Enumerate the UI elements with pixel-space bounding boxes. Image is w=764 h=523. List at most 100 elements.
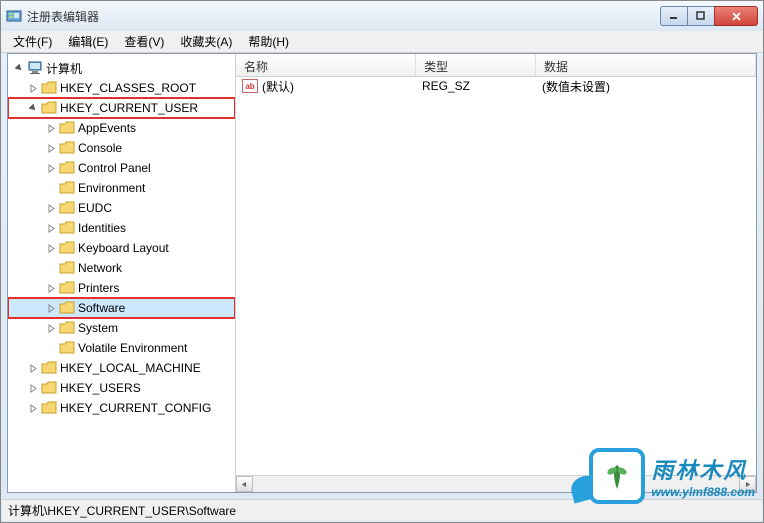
- column-header-data[interactable]: 数据: [536, 54, 756, 76]
- expander-icon[interactable]: [44, 221, 58, 235]
- node-label: Network: [78, 261, 122, 275]
- column-header-name[interactable]: 名称: [236, 54, 416, 76]
- node-label: Printers: [78, 281, 119, 295]
- folder-icon: [59, 301, 75, 315]
- expander-icon[interactable]: [44, 121, 58, 135]
- expander-icon[interactable]: [12, 61, 26, 75]
- tree-node-hkcc[interactable]: HKEY_CURRENT_CONFIG: [8, 398, 235, 418]
- tree-node-network[interactable]: Network: [8, 258, 235, 278]
- titlebar: 注册表编辑器: [1, 1, 763, 31]
- expander-icon[interactable]: [44, 241, 58, 255]
- expander-icon[interactable]: [44, 281, 58, 295]
- folder-icon: [59, 281, 75, 295]
- menu-favorites[interactable]: 收藏夹(A): [172, 31, 240, 52]
- statusbar: 计算机\HKEY_CURRENT_USER\Software: [2, 499, 762, 521]
- tree-node-printers[interactable]: Printers: [8, 278, 235, 298]
- string-value-icon: ab: [242, 79, 258, 93]
- tree-node-system[interactable]: System: [8, 318, 235, 338]
- expander-icon[interactable]: [26, 381, 40, 395]
- tree-node-hkcr[interactable]: HKEY_CLASSES_ROOT: [8, 78, 235, 98]
- window-controls: [661, 6, 758, 26]
- regedit-icon: [6, 8, 22, 24]
- list-row[interactable]: ab (默认) REG_SZ (数值未设置): [236, 77, 756, 95]
- menu-file[interactable]: 文件(F): [5, 31, 60, 52]
- tree-node-keyboard-layout[interactable]: Keyboard Layout: [8, 238, 235, 258]
- maximize-button[interactable]: [687, 6, 715, 26]
- node-label: Volatile Environment: [78, 341, 187, 355]
- list-header: 名称 类型 数据: [236, 54, 756, 77]
- node-label: System: [78, 321, 118, 335]
- node-label: HKEY_CURRENT_CONFIG: [60, 401, 211, 415]
- expander-icon[interactable]: [44, 301, 58, 315]
- node-label: Keyboard Layout: [78, 241, 169, 255]
- column-header-type[interactable]: 类型: [416, 54, 536, 76]
- tree-node-appevents[interactable]: AppEvents: [8, 118, 235, 138]
- expander-icon[interactable]: [26, 101, 40, 115]
- folder-icon: [41, 401, 57, 415]
- tree-node-console[interactable]: Console: [8, 138, 235, 158]
- node-label: Environment: [78, 181, 145, 195]
- expander-icon[interactable]: [26, 401, 40, 415]
- folder-icon: [59, 241, 75, 255]
- folder-icon: [41, 381, 57, 395]
- folder-icon: [41, 81, 57, 95]
- folder-icon: [59, 121, 75, 135]
- window-title: 注册表编辑器: [27, 8, 661, 25]
- tree-panel[interactable]: 计算机 HKEY_CLASSES_ROOT HKEY_CURRENT_USER …: [8, 54, 236, 492]
- expander-icon[interactable]: [26, 81, 40, 95]
- scroll-right-icon[interactable]: [739, 476, 756, 492]
- folder-icon: [59, 181, 75, 195]
- folder-icon: [41, 101, 57, 115]
- node-label: HKEY_CURRENT_USER: [60, 101, 198, 115]
- node-label: HKEY_CLASSES_ROOT: [60, 81, 196, 95]
- scroll-left-icon[interactable]: [236, 476, 253, 492]
- folder-icon: [59, 321, 75, 335]
- node-label: AppEvents: [78, 121, 136, 135]
- folder-icon: [59, 141, 75, 155]
- folder-icon: [59, 161, 75, 175]
- tree-node-identities[interactable]: Identities: [8, 218, 235, 238]
- node-label: Identities: [78, 221, 126, 235]
- computer-icon: [27, 60, 43, 76]
- folder-icon: [59, 221, 75, 235]
- tree-node-computer[interactable]: 计算机: [8, 58, 235, 78]
- minimize-button[interactable]: [660, 6, 688, 26]
- expander-icon[interactable]: [44, 161, 58, 175]
- expander-icon[interactable]: [44, 141, 58, 155]
- node-label: 计算机: [46, 60, 82, 77]
- tree-node-environment[interactable]: Environment: [8, 178, 235, 198]
- tree-node-hkcu[interactable]: HKEY_CURRENT_USER: [8, 98, 235, 118]
- node-label: HKEY_LOCAL_MACHINE: [60, 361, 201, 375]
- cell-data: (数值未设置): [536, 78, 756, 95]
- list-body[interactable]: ab (默认) REG_SZ (数值未设置): [236, 77, 756, 475]
- menu-edit[interactable]: 编辑(E): [60, 31, 116, 52]
- folder-icon: [59, 341, 75, 355]
- node-label: Console: [78, 141, 122, 155]
- node-label: Software: [78, 301, 125, 315]
- horizontal-scrollbar[interactable]: [236, 475, 756, 492]
- tree-node-volatile-environment[interactable]: Volatile Environment: [8, 338, 235, 358]
- content-area: 计算机 HKEY_CLASSES_ROOT HKEY_CURRENT_USER …: [7, 53, 757, 493]
- expander-icon[interactable]: [26, 361, 40, 375]
- menubar: 文件(F) 编辑(E) 查看(V) 收藏夹(A) 帮助(H): [1, 31, 763, 53]
- tree-node-software[interactable]: Software: [8, 298, 235, 318]
- folder-icon: [59, 201, 75, 215]
- menu-help[interactable]: 帮助(H): [240, 31, 297, 52]
- tree-node-hklm[interactable]: HKEY_LOCAL_MACHINE: [8, 358, 235, 378]
- node-label: Control Panel: [78, 161, 151, 175]
- cell-name: ab (默认): [236, 78, 416, 95]
- list-panel: 名称 类型 数据 ab (默认) REG_SZ (数值未设置): [236, 54, 756, 492]
- menu-view[interactable]: 查看(V): [116, 31, 172, 52]
- folder-icon: [41, 361, 57, 375]
- value-name: (默认): [262, 78, 294, 95]
- cell-type: REG_SZ: [416, 79, 536, 93]
- tree-node-hku[interactable]: HKEY_USERS: [8, 378, 235, 398]
- folder-icon: [59, 261, 75, 275]
- tree-node-eudc[interactable]: EUDC: [8, 198, 235, 218]
- tree-node-control-panel[interactable]: Control Panel: [8, 158, 235, 178]
- expander-icon[interactable]: [44, 321, 58, 335]
- expander-icon[interactable]: [44, 201, 58, 215]
- node-label: EUDC: [78, 201, 112, 215]
- status-path: 计算机\HKEY_CURRENT_USER\Software: [8, 502, 236, 519]
- close-button[interactable]: [714, 6, 758, 26]
